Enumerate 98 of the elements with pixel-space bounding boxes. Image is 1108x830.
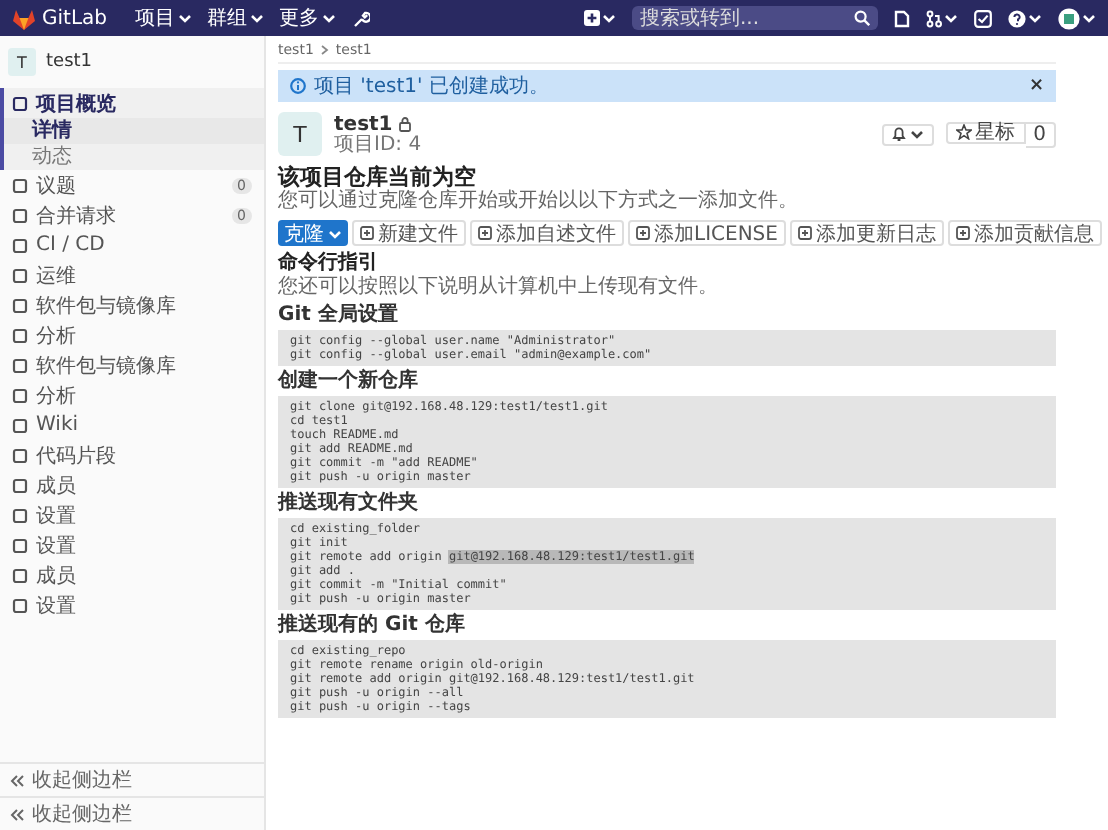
square-icon [12, 477, 28, 493]
project-id: 项目ID: 4 [334, 135, 422, 155]
sidebar-item[interactable]: 运维 [4, 260, 264, 290]
search-icon [854, 10, 870, 26]
description-text: 您还可以按照以下说明从计算机中上传现有文件。 [278, 276, 720, 300]
sidebar-item[interactable]: 软件包与镜像库 [4, 350, 264, 380]
project-name[interactable]: test1 [46, 52, 93, 72]
section-label: 创建一个新仓库 [278, 370, 420, 394]
section-heading: 命令行指引 [278, 252, 380, 275]
sidebar-item[interactable]: 设置 [4, 590, 264, 620]
sidebar-item[interactable]: 分析 [4, 320, 264, 350]
collapse-sidebar-button[interactable]: 收起侧边栏 [0, 762, 264, 796]
add-file-button[interactable]: 添加LICENSE [628, 220, 786, 246]
project-title: test1 [334, 113, 393, 135]
square-icon [12, 327, 28, 343]
plus-square-icon [360, 226, 374, 240]
square-icon [12, 267, 28, 283]
caret-icon [1082, 12, 1096, 24]
sidebar-subitem[interactable]: 详情 [4, 118, 264, 144]
caret-icon [602, 12, 616, 24]
project-avatar: T [8, 48, 36, 76]
notification-button[interactable] [881, 123, 934, 145]
square-icon [12, 357, 28, 373]
square-icon [12, 447, 28, 463]
merge-requests-button[interactable] [926, 9, 958, 27]
gitlab-brand[interactable]: GitLab [42, 7, 107, 29]
new-menu-button[interactable] [584, 10, 616, 26]
fox-logo-icon [12, 7, 36, 29]
double-chevron-icon [10, 807, 24, 821]
caret-icon [177, 12, 191, 24]
sidebar-item[interactable]: Wiki [4, 410, 264, 440]
sidebar-item[interactable]: CI / CD [4, 230, 264, 260]
square-icon [12, 387, 28, 403]
add-file-button[interactable]: 添加更新日志 [789, 220, 944, 246]
info-icon [290, 78, 306, 94]
help-button[interactable] [1008, 9, 1042, 27]
caret-icon [909, 128, 924, 140]
sidebar-item[interactable]: 代码片段 [4, 440, 264, 470]
bell-icon [891, 126, 906, 142]
nav-menu[interactable]: 项目 [135, 4, 191, 32]
help-icon [1008, 9, 1026, 27]
wrench-icon [351, 9, 369, 27]
sidebar-item[interactable]: 成员 [4, 560, 264, 590]
project-avatar: T [278, 112, 322, 156]
sidebar-item[interactable]: 设置 [4, 530, 264, 560]
add-file-button[interactable]: 新建文件 [352, 220, 466, 246]
caret-icon [328, 227, 342, 239]
square-icon [12, 207, 28, 223]
plus-square-icon [478, 226, 492, 240]
square-icon [12, 597, 28, 613]
section-heading: 该项目仓库当前为空 [278, 164, 478, 190]
chevron-icon [319, 43, 330, 55]
caret-icon [249, 12, 263, 24]
double-chevron-icon [10, 773, 24, 787]
search-field[interactable]: 搜索或转到... [632, 6, 878, 30]
sidebar-subitem[interactable]: 动态 [4, 144, 264, 170]
avatar-icon [1058, 7, 1080, 29]
square-icon [12, 417, 28, 433]
star-icon [955, 124, 972, 140]
plus-square-icon [797, 226, 812, 240]
plus-square-icon [584, 10, 600, 26]
sidebar-item[interactable]: 成员 [4, 470, 264, 500]
collapse-sidebar-button[interactable]: 收起侧边栏 [0, 796, 264, 830]
star-count: 0 [1025, 121, 1056, 147]
alert-message: 项目 'test1' 已创建成功。 [314, 73, 551, 100]
sidebar-item[interactable]: 分析 [4, 380, 264, 410]
square-icon [12, 567, 28, 583]
issues-button[interactable] [894, 9, 910, 27]
square-icon [12, 507, 28, 523]
section-label: 推送现有的 Git 仓库 [278, 614, 467, 638]
document-icon [894, 9, 910, 27]
square-icon [12, 95, 28, 111]
checkbox-icon [974, 9, 992, 27]
description-text: 您可以通过克隆仓库开始或开始以以下方式之一添加文件。 [278, 190, 800, 214]
close-button[interactable]: × [1028, 76, 1044, 96]
caret-icon [944, 12, 958, 24]
todo-button[interactable] [974, 9, 992, 27]
nav-menu[interactable]: 更多 [279, 4, 335, 32]
sidebar-item[interactable]: 设置 [4, 500, 264, 530]
section-label: 推送现有文件夹 [278, 492, 420, 516]
merge-request-icon [926, 9, 942, 27]
square-icon [12, 177, 28, 193]
caret-icon [321, 12, 335, 24]
plus-square-icon [955, 226, 970, 240]
section-label: Git 全局设置 [278, 304, 400, 328]
clone-button[interactable]: 克隆 [278, 220, 348, 246]
sidebar-item[interactable]: 项目概览 [4, 88, 264, 118]
add-file-button[interactable]: 添加贡献信息 [947, 220, 1102, 246]
square-icon [12, 237, 28, 253]
add-file-button[interactable]: 添加自述文件 [470, 220, 624, 246]
square-icon [12, 537, 28, 553]
plus-square-icon [636, 226, 650, 240]
sidebar-item[interactable]: 软件包与镜像库 [4, 290, 264, 320]
caret-icon [1028, 12, 1042, 24]
star-button[interactable]: 星标 [945, 121, 1026, 143]
square-icon [12, 297, 28, 313]
nav-menu[interactable]: 群组 [207, 4, 263, 32]
user-menu-button[interactable] [1058, 7, 1096, 29]
